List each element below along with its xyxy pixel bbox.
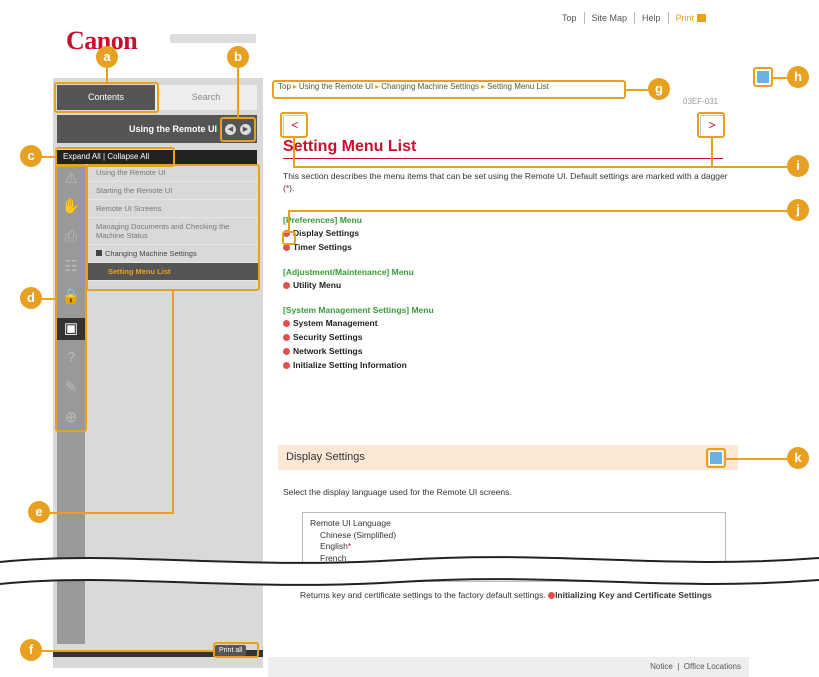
highlight-link-bullet [282, 231, 296, 245]
highlight-print-all [213, 642, 259, 658]
connector-line [626, 89, 648, 91]
menu-link[interactable]: Utility Menu [283, 280, 583, 290]
page-intro: This section describes the menu items th… [283, 170, 728, 194]
connector-line [106, 67, 108, 82]
callout-marker: c [20, 145, 42, 167]
link-bullet-icon [283, 244, 290, 251]
returns-text: Returns key and certificate settings to … [300, 590, 546, 600]
menu-link[interactable]: Timer Settings [283, 242, 583, 252]
callout-marker: b [227, 46, 249, 68]
highlight-back-to-top [753, 67, 773, 87]
menu-link-label: Security Settings [293, 332, 363, 342]
menu-group-heading: [System Management Settings] Menu [283, 305, 434, 315]
connector-line [48, 512, 174, 514]
connector-line [773, 77, 787, 79]
intro-text-end: ). [289, 183, 295, 193]
callout-marker: g [648, 78, 670, 100]
sidebar-section-title: Using the Remote UI [128, 124, 217, 134]
returns-paragraph: Returns key and certificate settings to … [300, 590, 745, 601]
menu-link[interactable]: Security Settings [283, 332, 583, 342]
link-bullet-icon [283, 282, 290, 289]
office-locations-link[interactable]: Office Locations [684, 662, 741, 671]
highlight-section-arrows [220, 117, 256, 142]
callout-marker: e [28, 501, 50, 523]
connector-line [288, 210, 787, 212]
callout-marker: h [787, 66, 809, 88]
menu-link[interactable]: Initialize Setting Information [283, 360, 583, 370]
menu-link[interactable]: Network Settings [283, 346, 583, 356]
link-bullet-icon [548, 592, 556, 599]
menu-link-label: System Management [293, 318, 378, 328]
callout-marker: j [787, 199, 809, 221]
menu-group-heading: [Adjustment/Maintenance] Menu [283, 267, 414, 277]
highlight-contents-tree [86, 164, 260, 291]
page-title: Setting Menu List [283, 138, 417, 155]
connector-line [293, 138, 295, 166]
site-map-link[interactable]: Site Map [583, 12, 635, 24]
link-bullet-icon [283, 334, 290, 341]
link-bullet-icon [283, 348, 290, 355]
connector-line [288, 210, 290, 231]
highlight-prev-page [280, 112, 308, 138]
connector-line [237, 68, 239, 117]
menu-link-label: Network Settings [293, 346, 363, 356]
menu-link-label: Timer Settings [293, 242, 352, 252]
language-box-title: Remote UI Language [310, 518, 391, 528]
connector-line [726, 458, 787, 460]
initializing-key-link[interactable]: Initializing Key and Certificate Setting… [555, 590, 712, 600]
callout-marker: d [20, 287, 42, 309]
connector-line [172, 291, 174, 512]
top-link[interactable]: Top [555, 12, 584, 24]
connector-line [40, 156, 55, 158]
highlight-contents-tab [54, 82, 159, 113]
menu-link-label: Display Settings [293, 228, 360, 238]
connector-line [40, 650, 213, 652]
connector-line [40, 298, 55, 300]
menu-link[interactable]: System Management [283, 318, 583, 328]
callout-marker: a [96, 46, 118, 68]
callout-marker: k [787, 447, 809, 469]
menu-link-label: Initialize Setting Information [293, 360, 407, 370]
display-settings-header: Display Settings [278, 445, 738, 470]
print-link[interactable]: Print [667, 12, 714, 24]
top-links: Top Site Map Help Print [555, 12, 713, 24]
title-underline [283, 158, 723, 159]
tab-search[interactable]: Search [155, 85, 257, 110]
menu-link[interactable]: Display Settings [283, 228, 583, 238]
connector-line [293, 166, 787, 168]
model-name [170, 34, 256, 43]
connector-line [711, 138, 713, 166]
highlight-section-top [706, 448, 726, 468]
menu-link-label: Utility Menu [293, 280, 342, 290]
menu-groups: [Preferences] Menu Display Settings Time… [283, 215, 583, 370]
notice-link[interactable]: Notice [650, 662, 673, 671]
printer-icon [697, 14, 707, 22]
link-bullet-icon [283, 362, 290, 369]
document-id: 03EF-031 [683, 97, 719, 106]
callout-marker: i [787, 155, 809, 177]
help-link[interactable]: Help [634, 12, 668, 24]
highlight-breadcrumb [272, 80, 626, 99]
intro-text: This section describes the menu items th… [283, 171, 728, 193]
menu-group-heading: [Preferences] Menu [283, 215, 362, 225]
highlight-next-page [697, 112, 725, 138]
highlight-chapter-icons [55, 164, 87, 432]
display-settings-description: Select the display language used for the… [283, 487, 512, 497]
print-label: Print [675, 13, 695, 23]
footer: Notice | Office Locations [268, 657, 749, 677]
link-bullet-icon [283, 320, 290, 327]
callout-marker: f [20, 639, 42, 661]
